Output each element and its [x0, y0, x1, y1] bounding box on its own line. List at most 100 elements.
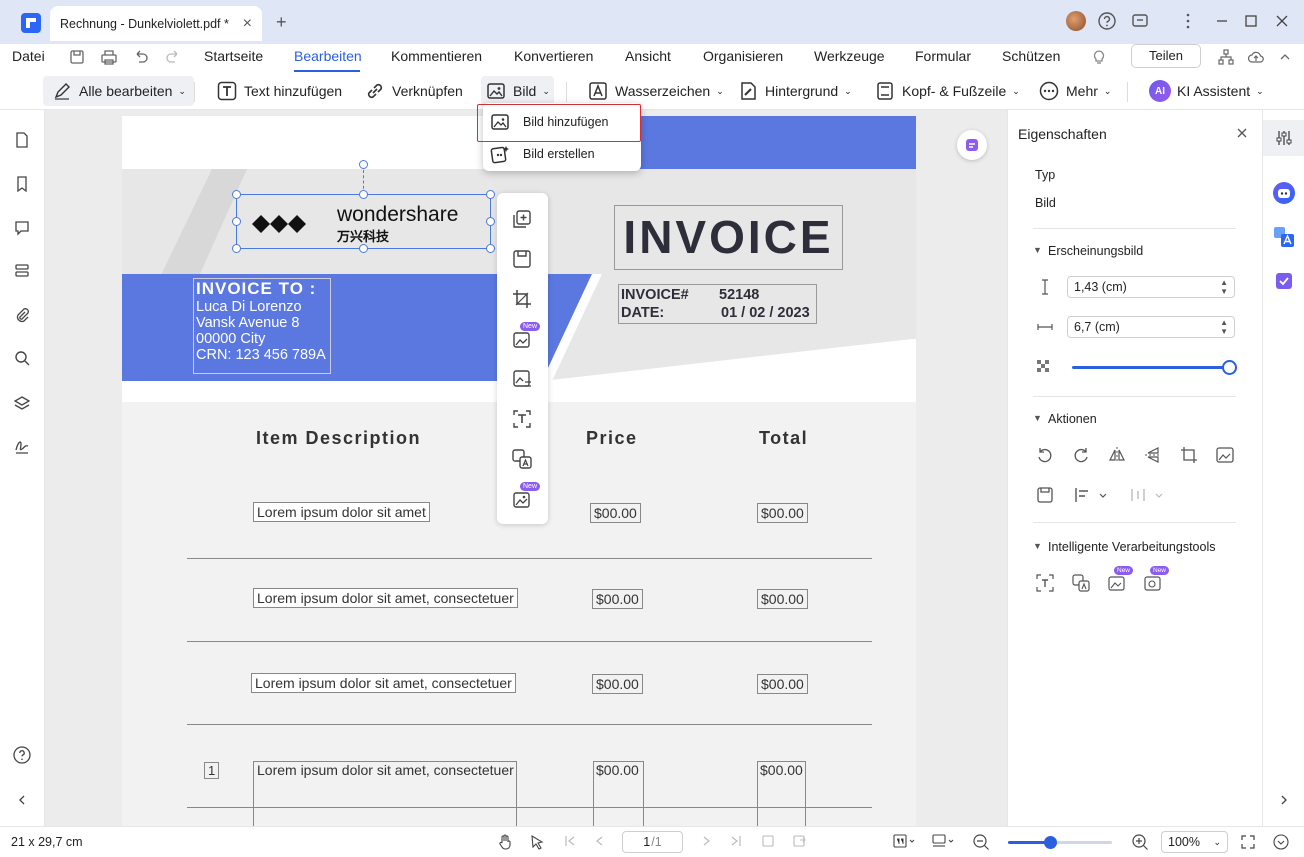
next-page-icon[interactable] [699, 834, 713, 848]
row-price[interactable]: $00.00 [592, 589, 643, 609]
replace-image-icon[interactable] [511, 208, 533, 230]
resize-handle[interactable] [359, 244, 368, 253]
row-total[interactable]: $00.00 [757, 589, 808, 609]
maximize-icon[interactable] [1241, 11, 1261, 31]
width-input[interactable]: 6,7 (cm) ▲ ▼ [1067, 316, 1235, 338]
zoom-slider-track[interactable] [1008, 841, 1112, 844]
ai-image-edit-icon[interactable]: New [511, 322, 541, 350]
row-description[interactable]: Lorem ipsum dolor sit amet, consectetuer [253, 588, 518, 608]
cloud-upload-icon[interactable] [1246, 47, 1266, 67]
row-total[interactable]: $00.00 [757, 674, 808, 694]
invoice-to-block[interactable]: INVOICE TO : Luca Di Lorenzo Vansk Avenu… [193, 278, 331, 374]
zoom-in-icon[interactable] [1131, 833, 1149, 851]
flip-vertical-icon[interactable] [1143, 445, 1163, 465]
distribute-dropdown-icon[interactable] [1129, 485, 1165, 505]
collapse-left-icon[interactable] [12, 790, 32, 810]
rotate-left-icon[interactable] [1035, 445, 1055, 465]
tasks-icon[interactable] [1273, 270, 1295, 292]
menu-konvertieren[interactable]: Konvertieren [514, 48, 593, 64]
crop-icon[interactable] [1179, 445, 1199, 465]
help-icon[interactable] [1097, 11, 1117, 31]
add-text-button[interactable]: Text hinzufügen [212, 76, 346, 106]
undo-icon[interactable] [131, 47, 151, 67]
edit-all-button[interactable]: Alle bearbeiten ⌄ [43, 76, 194, 106]
ocr-text-icon[interactable] [511, 408, 533, 430]
extract-page-icon[interactable] [791, 833, 807, 849]
thumbnails-icon[interactable] [12, 261, 32, 281]
menu-kommentieren[interactable]: Kommentieren [391, 48, 482, 64]
menu-formular[interactable]: Formular [915, 48, 971, 64]
menu-item-create-image[interactable]: Bild erstellen [483, 139, 641, 169]
bookmark-icon[interactable] [12, 174, 32, 194]
layers-icon[interactable] [12, 393, 32, 413]
background-button[interactable]: Hintergrund ⌄ [733, 76, 856, 106]
row-price[interactable]: $00.00 [593, 761, 644, 826]
image-convert-icon[interactable] [511, 368, 533, 390]
row-price[interactable]: $00.00 [592, 674, 643, 694]
crop-icon[interactable] [511, 288, 533, 310]
opacity-slider-track[interactable] [1072, 366, 1229, 369]
resize-handle[interactable] [232, 244, 241, 253]
new-tab-icon[interactable]: + [276, 12, 287, 33]
ai-image-generate-icon[interactable]: New [511, 482, 541, 510]
flip-horizontal-icon[interactable] [1107, 445, 1127, 465]
row-description-box[interactable]: Lorem ipsum dolor sit amet, consectetuer [253, 761, 517, 826]
translate-image-icon[interactable] [1071, 573, 1091, 593]
menu-startseite[interactable]: Startseite [204, 48, 263, 64]
page-icon[interactable] [12, 130, 32, 150]
page-input[interactable]: 1 /1 [622, 831, 683, 853]
attachment-icon[interactable] [12, 305, 32, 325]
signature-icon[interactable] [12, 436, 32, 456]
row-number[interactable]: 1 [204, 762, 220, 779]
zoom-out-icon[interactable] [972, 833, 990, 851]
save-icon[interactable] [67, 47, 87, 67]
row-total[interactable]: $00.00 [757, 503, 808, 523]
row-description[interactable]: Lorem ipsum dolor sit amet [253, 502, 430, 522]
ocr-text-icon[interactable] [1035, 573, 1055, 593]
ai-assistant-button[interactable]: AI KI Assistent ⌄ [1145, 76, 1268, 106]
menu-werkzeuge[interactable]: Werkzeuge [814, 48, 885, 64]
save-image-icon[interactable] [1035, 485, 1055, 505]
fullscreen-icon[interactable] [1239, 833, 1257, 851]
menu-ansicht[interactable]: Ansicht [625, 48, 671, 64]
row-total[interactable]: $00.00 [757, 761, 806, 826]
rotate-page-icon[interactable] [760, 833, 776, 849]
connect-icon[interactable] [1216, 47, 1236, 67]
rotate-handle[interactable] [359, 160, 368, 169]
stepper-icon[interactable]: ▲ ▼ [1220, 278, 1228, 296]
zoom-slider-thumb[interactable] [1043, 836, 1057, 849]
collapse-triangle-icon[interactable]: ▼ [1033, 245, 1042, 255]
comment-icon[interactable] [12, 218, 32, 238]
ai-image-generate-icon[interactable]: New [1107, 566, 1134, 593]
height-input[interactable]: 1,43 (cm) ▲ ▼ [1067, 276, 1235, 298]
menu-datei[interactable]: Datei [12, 48, 45, 64]
row-description[interactable]: Lorem ipsum dolor sit amet, consectetuer [251, 673, 516, 693]
row-price[interactable]: $00.00 [590, 503, 641, 523]
stepper-icon[interactable]: ▲ ▼ [1220, 318, 1228, 336]
first-page-icon[interactable] [563, 834, 577, 848]
menu-organisieren[interactable]: Organisieren [703, 48, 783, 64]
minimize-icon[interactable] [1212, 11, 1232, 31]
properties-tab[interactable] [1263, 120, 1304, 156]
hand-tool-icon[interactable] [497, 833, 515, 851]
resize-handle[interactable] [232, 217, 241, 226]
more-button[interactable]: Mehr ⌄ [1034, 76, 1115, 106]
header-footer-button[interactable]: Kopf- & Fußzeile ⌄ [870, 76, 1024, 106]
opacity-slider-thumb[interactable] [1222, 360, 1237, 375]
redo-icon[interactable] [163, 47, 183, 67]
image-button[interactable]: Bild ⌄ [481, 76, 554, 106]
collapse-triangle-icon[interactable]: ▼ [1033, 413, 1042, 423]
previous-page-icon[interactable] [593, 834, 607, 848]
last-page-icon[interactable] [729, 834, 743, 848]
link-button[interactable]: Verknüpfen [360, 76, 467, 106]
collapse-status-icon[interactable] [1272, 833, 1290, 851]
collapse-triangle-icon[interactable]: ▼ [1033, 541, 1042, 551]
fit-page-icon[interactable] [893, 833, 917, 849]
zoom-select[interactable]: 100% ⌄ [1161, 831, 1228, 853]
document-tab[interactable]: Rechnung - Dunkelviolett.pdf * × [50, 6, 262, 41]
resize-handle[interactable] [486, 244, 495, 253]
ai-image-edit-icon[interactable]: New [1143, 566, 1170, 593]
resize-handle[interactable] [232, 190, 241, 199]
invoice-title[interactable]: INVOICE [614, 205, 843, 270]
menu-bearbeiten[interactable]: Bearbeiten [294, 48, 362, 64]
